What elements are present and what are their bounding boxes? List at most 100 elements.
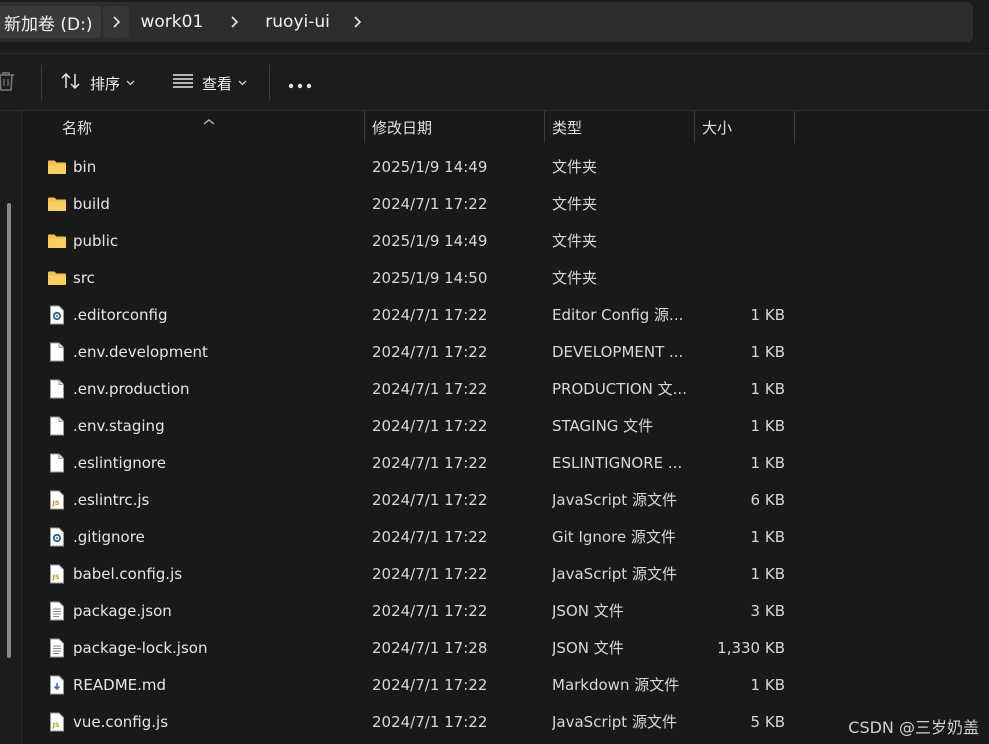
file-name: build [73, 194, 110, 213]
column-divider[interactable] [544, 111, 545, 143]
file-name: .env.staging [73, 416, 165, 435]
file-size: 1 KB [750, 453, 785, 472]
breadcrumb-ruoyi-ui[interactable]: ruoyi-ui [257, 6, 338, 38]
file-list: bin 2025/1/9 14:49 文件夹 build 2024/7/1 17:22 文… [23, 148, 989, 740]
file-name-cell[interactable]: .env.development [47, 333, 208, 370]
file-icon [47, 342, 67, 362]
file-name-cell[interactable]: JS .eslintrc.js [47, 481, 149, 518]
toolbar-divider [41, 65, 42, 101]
file-name: .eslintignore [73, 453, 166, 472]
delete-button[interactable] [0, 55, 16, 111]
file-row[interactable]: .env.staging 2024/7/1 17:22 STAGING 文件 1 KB [23, 407, 989, 444]
file-name-cell[interactable]: .eslintignore [47, 444, 166, 481]
file-name: .env.production [73, 379, 190, 398]
file-row[interactable]: .env.production 2024/7/1 17:22 PRODUCTION … [23, 370, 989, 407]
file-name: .eslintrc.js [73, 490, 150, 509]
column-divider[interactable] [364, 111, 365, 143]
file-row[interactable]: .editorconfig 2024/7/1 17:22 Editor Config… [23, 296, 989, 333]
file-row[interactable]: JS vue.config.js 2024/7/1 17:22 JavaScript … [23, 703, 989, 740]
file-row[interactable]: src 2025/1/9 14:50 文件夹 [23, 259, 989, 296]
column-header-size[interactable]: 大小 [702, 111, 732, 143]
file-size: 5 KB [750, 712, 785, 731]
sort-button[interactable]: 排序 [60, 55, 135, 111]
file-type: JSON 文件 [552, 602, 624, 620]
file-modified-date: 2024/7/1 17:22 [372, 305, 488, 324]
file-modified-date: 2024/7/1 17:22 [372, 712, 488, 731]
watermark: CSDN @三岁奶盖 [848, 718, 979, 737]
more-options-button[interactable] [288, 55, 312, 111]
file-size: 1 KB [750, 675, 785, 694]
file-modified-date: 2024/7/1 17:28 [372, 638, 488, 657]
file-type: Markdown 源文件 [552, 676, 680, 694]
column-divider[interactable] [694, 111, 695, 143]
file-name-cell[interactable]: .env.staging [47, 407, 165, 444]
markdown-file-icon [47, 675, 67, 695]
file-size: 1 KB [750, 342, 785, 361]
folder-icon [47, 157, 67, 177]
file-name-cell[interactable]: JS babel.config.js [47, 555, 182, 592]
file-name: babel.config.js [73, 564, 183, 583]
file-size: 1,330 KB [717, 638, 785, 657]
breadcrumb-chevron-icon[interactable] [344, 6, 370, 38]
js-file-icon: JS [47, 564, 67, 584]
file-name-cell[interactable]: package.json [47, 592, 172, 629]
folder-icon [47, 268, 67, 288]
column-header-date[interactable]: 修改日期 [372, 111, 432, 143]
file-name-cell[interactable]: JS vue.config.js [47, 703, 168, 740]
file-name: bin [73, 157, 97, 176]
file-row[interactable]: public 2025/1/9 14:49 文件夹 [23, 222, 989, 259]
file-name-cell[interactable]: src [47, 259, 95, 296]
breadcrumb-chevron-icon[interactable] [102, 6, 129, 38]
column-header-type[interactable]: 类型 [552, 111, 582, 143]
sort-ascending-icon [203, 111, 215, 130]
file-name: vue.config.js [73, 712, 169, 731]
file-type: 文件夹 [552, 158, 598, 176]
file-name-cell[interactable]: .gitignore [47, 518, 145, 555]
file-type: Git Ignore 源文件 [552, 528, 676, 546]
file-row[interactable]: build 2024/7/1 17:22 文件夹 [23, 185, 989, 222]
scrollbar-thumb[interactable] [7, 203, 11, 658]
file-size [703, 259, 785, 296]
file-name-cell[interactable]: bin [47, 148, 96, 185]
file-modified-date: 2024/7/1 17:22 [372, 379, 488, 398]
file-row[interactable]: package-lock.json 2024/7/1 17:28 JSON 文件 1,… [23, 629, 989, 666]
file-modified-date: 2024/7/1 17:22 [372, 416, 488, 435]
column-header-name[interactable]: 名称 [62, 111, 92, 143]
file-icon [47, 379, 67, 399]
view-button[interactable]: 查看 [172, 55, 247, 111]
address-bar[interactable]: 新加卷 (D:) work01 ruoyi-ui [0, 2, 973, 42]
list-view-icon [172, 73, 194, 93]
file-size [703, 222, 785, 259]
breadcrumb-drive[interactable]: 新加卷 (D:) [0, 6, 101, 38]
column-divider[interactable] [794, 111, 795, 143]
file-size: 1 KB [750, 416, 785, 435]
file-explorer-window: 新加卷 (D:) work01 ruoyi-ui 排序 查看 名称 修改日期 类… [0, 0, 989, 744]
file-size: 3 KB [750, 601, 785, 620]
file-modified-date: 2025/1/9 14:49 [372, 157, 488, 176]
file-modified-date: 2024/7/1 17:22 [372, 453, 488, 472]
file-row[interactable]: .eslintignore 2024/7/1 17:22 ESLINTIGNORE … [23, 444, 989, 481]
file-name-cell[interactable]: README.md [47, 666, 166, 703]
js-file-icon: JS [47, 712, 67, 732]
file-name-cell[interactable]: build [47, 185, 110, 222]
file-row[interactable]: bin 2025/1/9 14:49 文件夹 [23, 148, 989, 185]
file-name-cell[interactable]: .editorconfig [47, 296, 167, 333]
svg-text:JS: JS [52, 499, 60, 507]
file-name-cell[interactable]: .env.production [47, 370, 190, 407]
config-file-icon [47, 527, 67, 547]
trash-icon [0, 70, 16, 96]
file-row[interactable]: .gitignore 2024/7/1 17:22 Git Ignore 源文件 1 … [23, 518, 989, 555]
file-name-cell[interactable]: package-lock.json [47, 629, 207, 666]
breadcrumb-work01[interactable]: work01 [133, 6, 212, 38]
file-row[interactable]: README.md 2024/7/1 17:22 Markdown 源文件 1 KB [23, 666, 989, 703]
file-type: STAGING 文件 [552, 417, 654, 435]
breadcrumb-chevron-icon[interactable] [221, 6, 247, 38]
file-row[interactable]: JS babel.config.js 2024/7/1 17:22 JavaScrip… [23, 555, 989, 592]
file-row[interactable]: JS .eslintrc.js 2024/7/1 17:22 JavaScript 源… [23, 481, 989, 518]
command-bar: 排序 查看 [0, 55, 989, 111]
file-name-cell[interactable]: public [47, 222, 118, 259]
file-row[interactable]: .env.development 2024/7/1 17:22 DEVELOPMEN… [23, 333, 989, 370]
file-size: 1 KB [750, 305, 785, 324]
file-row[interactable]: package.json 2024/7/1 17:22 JSON 文件 3 KB [23, 592, 989, 629]
file-type: ESLINTIGNORE ... [552, 453, 683, 472]
